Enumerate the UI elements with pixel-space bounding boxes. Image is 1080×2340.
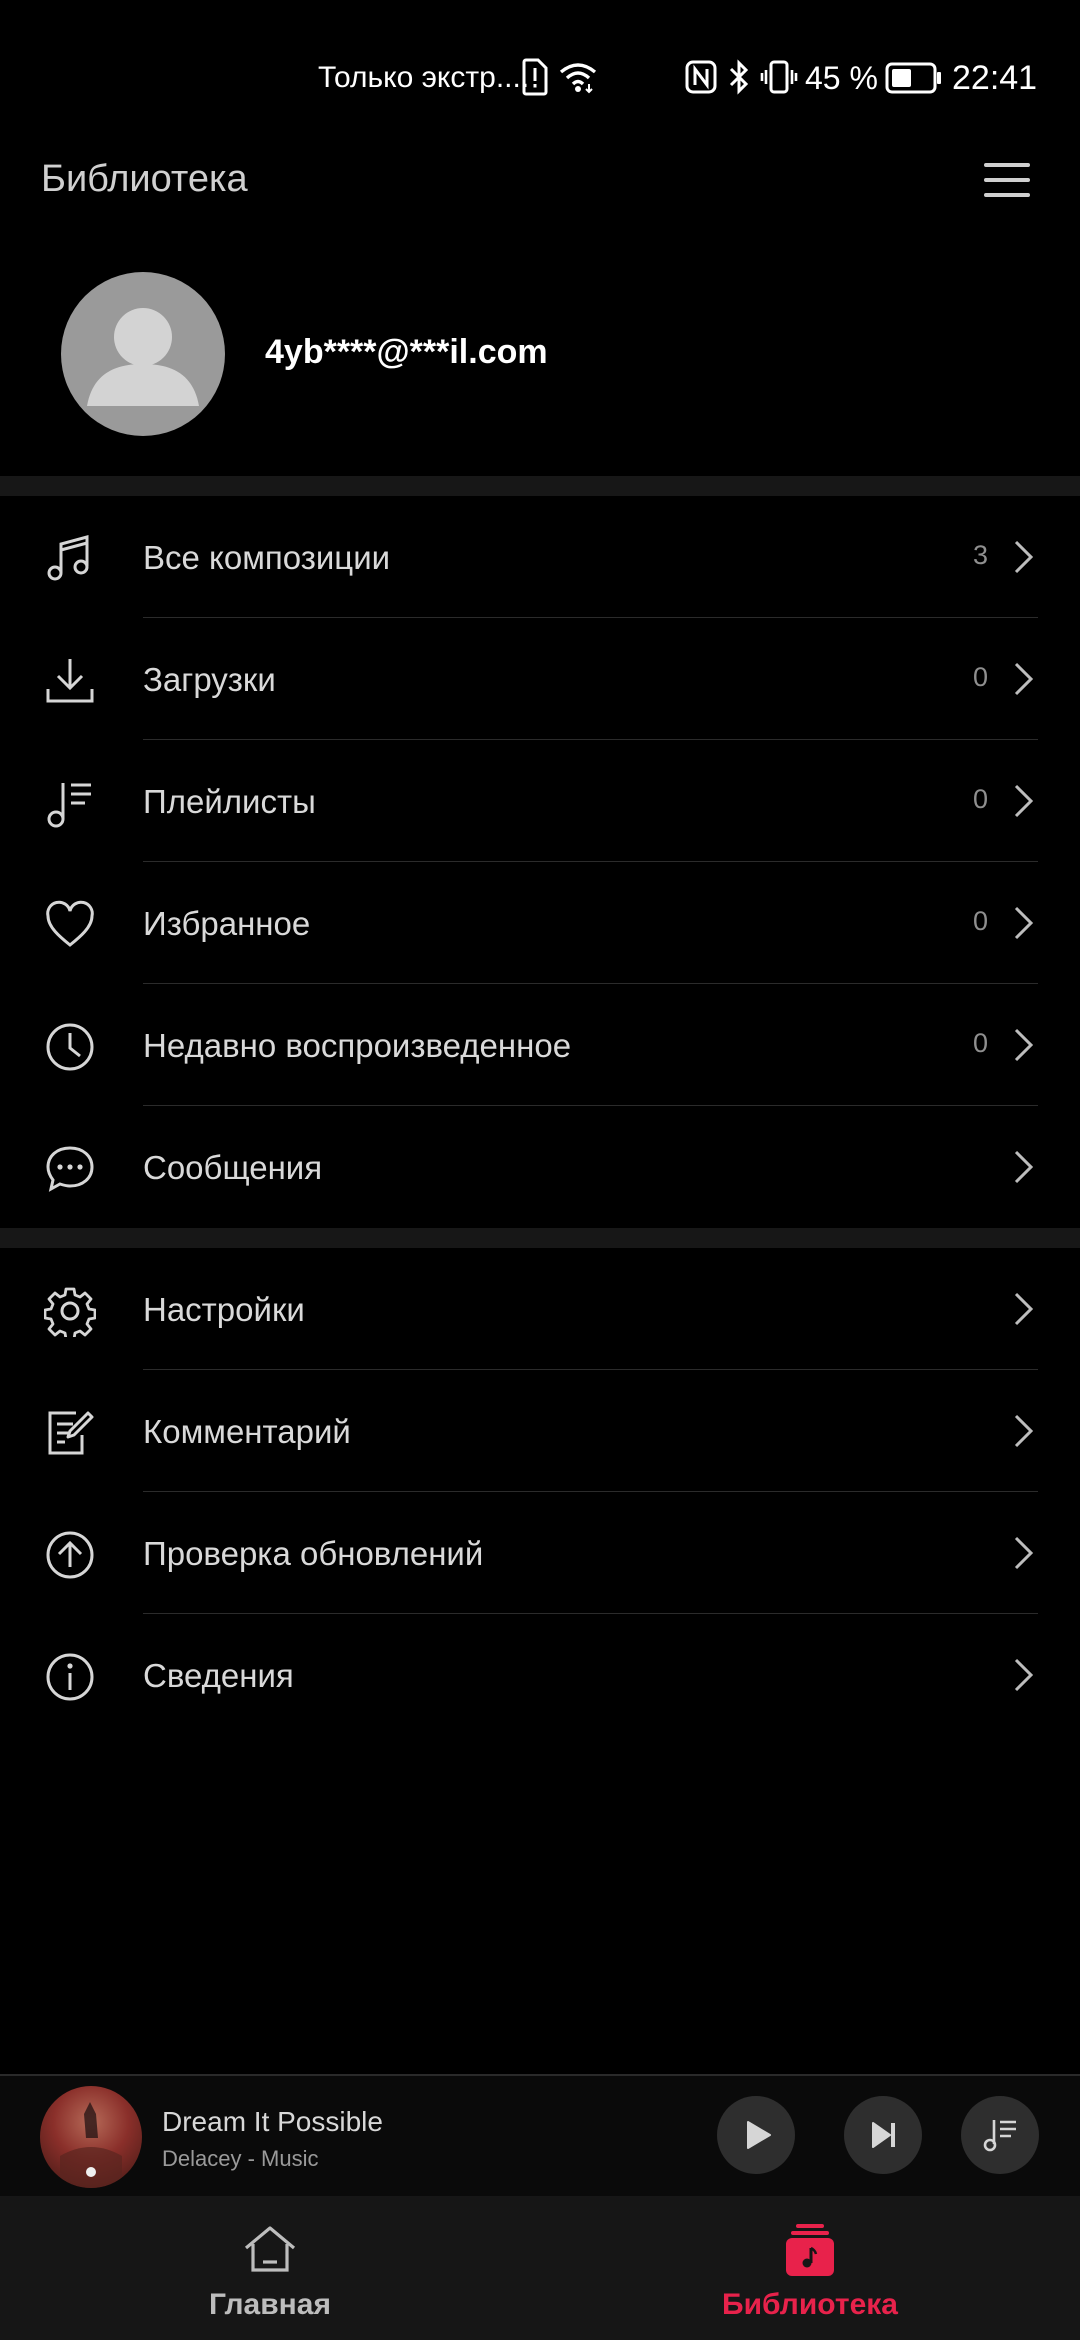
account-email[interactable]: 4yb****@***il.com [265,333,548,372]
carrier-status-text: Только экстр.... [318,61,530,94]
status-bar: Только экстр.... 45 % 22:41 [0,0,1080,150]
wifi-icon [559,63,597,94]
menu-item-messages[interactable]: Сообщения [0,1106,1080,1228]
bluetooth-icon [729,59,749,95]
sim-alert-icon [522,58,548,96]
chevron-right-icon [1014,784,1034,818]
battery-icon [885,62,941,94]
play-icon [747,2121,771,2149]
menu-item-label: Сведения [143,1657,294,1694]
menu-item-label: Недавно воспроизведенное [143,1027,572,1064]
library-icon [786,2224,834,2276]
chevron-right-icon [1014,1028,1034,1062]
chevron-right-icon [1014,662,1034,696]
arrow-up-circle-icon [46,1531,94,1579]
hamburger-line [984,193,1030,197]
menu-item-label: Все композиции [143,539,391,576]
tab-library-label: Библиотека [722,2288,898,2321]
tab-home-label: Главная [208,2288,331,2321]
menu-item-check-updates[interactable]: Проверка обновлений [0,1492,1080,1614]
menu-item-label: Избранное [143,905,311,942]
queue-list-icon [983,2120,1016,2152]
item-count: 0 [972,1028,988,1058]
chevron-right-icon [1014,540,1034,574]
skip-next-icon [872,2122,895,2148]
hamburger-line [984,163,1030,167]
item-count: 3 [972,540,988,570]
clock: 22:41 [952,59,1038,97]
hamburger-menu-button[interactable] [980,155,1036,205]
home-icon [244,2226,296,2272]
bottom-navigation: Главная Библиотека [0,2196,1080,2340]
nfc-icon [685,60,717,94]
section-divider [0,1228,1080,1248]
avatar[interactable] [61,272,225,436]
menu-item-label: Плейлисты [143,783,316,820]
chevron-right-icon [1014,906,1034,940]
menu-item-label: Сообщения [143,1149,323,1186]
library-menu: Все композиции 3 Загрузки 0 Плейлисты 0 … [0,496,1080,1228]
chevron-right-icon [1014,1292,1034,1326]
now-playing-bar[interactable]: Dream It Possible Delacey - Music [0,2074,1080,2198]
settings-menu: Настройки Комментарий Проверка обновлени… [0,1248,1080,1736]
battery-percent: 45 % [805,60,878,96]
album-art[interactable] [40,2086,142,2188]
chevron-right-icon [1014,1536,1034,1570]
menu-item-label: Настройки [143,1291,305,1328]
menu-item-all-songs[interactable]: Все композиции 3 [0,496,1080,618]
playlist-icon [47,783,91,828]
hamburger-line [984,178,1030,182]
menu-item-about[interactable]: Сведения [0,1614,1080,1736]
chat-bubble-icon [46,1146,94,1192]
clock-icon [46,1023,94,1071]
edit-note-icon [48,1411,94,1455]
music-note-icon [47,535,89,581]
menu-item-playlists[interactable]: Плейлисты 0 [0,740,1080,862]
album-artwork-image [60,2102,122,2188]
page-title: Библиотека [41,158,248,200]
info-icon [46,1653,94,1701]
menu-item-label: Комментарий [143,1413,351,1450]
play-button[interactable] [717,2096,795,2174]
menu-item-favorites[interactable]: Избранное 0 [0,862,1080,984]
vibrate-icon [760,60,798,94]
tab-home[interactable]: Главная [0,2196,540,2340]
menu-item-settings[interactable]: Настройки [0,1248,1080,1370]
heart-icon [46,900,94,947]
menu-item-label: Загрузки [143,661,276,698]
chevron-right-icon [1014,1414,1034,1448]
tab-library[interactable]: Библиотека [540,2196,1080,2340]
queue-button[interactable] [961,2096,1039,2174]
gear-icon [44,1287,96,1337]
menu-item-label: Проверка обновлений [143,1535,484,1572]
item-count: 0 [972,784,988,814]
item-count: 0 [972,662,988,692]
track-artist: Delacey - Music [162,2146,319,2171]
section-divider [0,476,1080,496]
user-silhouette-icon [87,308,199,406]
chevron-right-icon [1014,1658,1034,1692]
download-icon [46,659,94,703]
menu-item-recently-played[interactable]: Недавно воспроизведенное 0 [0,984,1080,1106]
menu-item-feedback[interactable]: Комментарий [0,1370,1080,1492]
track-title: Dream It Possible [162,2106,383,2137]
item-count: 0 [972,906,988,936]
menu-item-downloads[interactable]: Загрузки 0 [0,618,1080,740]
chevron-right-icon [1014,1150,1034,1184]
next-track-button[interactable] [844,2096,922,2174]
